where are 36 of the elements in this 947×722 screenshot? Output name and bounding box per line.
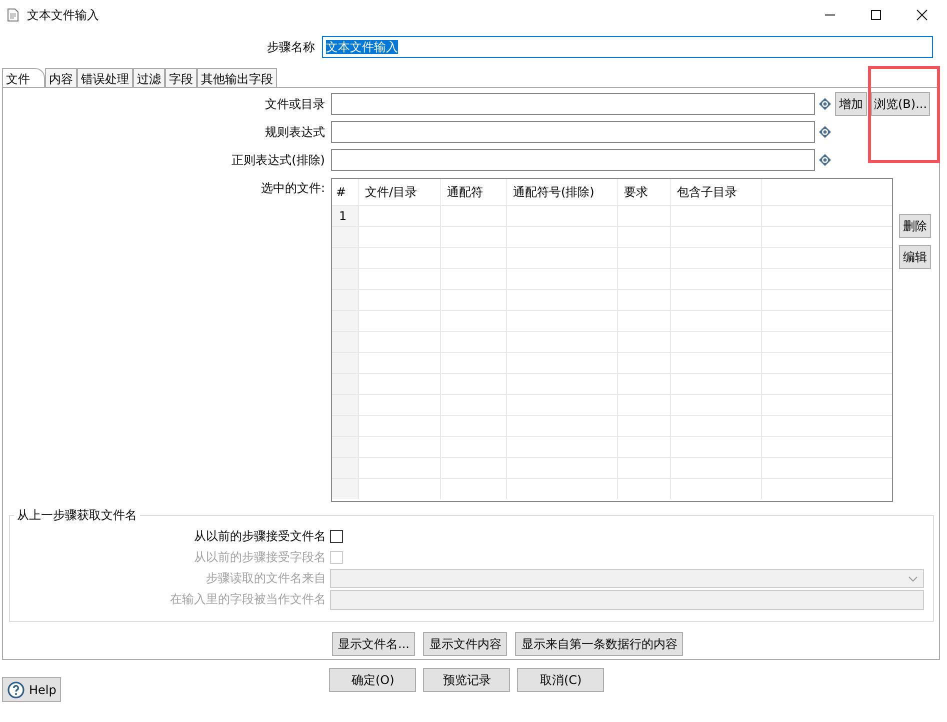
window-title: 文本文件输入 xyxy=(27,6,99,24)
show-button[interactable]: 显示来自第一条数据行的内容 xyxy=(515,632,684,656)
show-button[interactable]: 显示文件名... xyxy=(332,632,416,656)
option-label: 从以前的步骤接受字段名 xyxy=(193,549,327,566)
dialog-button[interactable]: 取消(C) xyxy=(517,668,604,692)
field-label: 选中的文件: xyxy=(260,180,326,197)
field-label: 规则表达式 xyxy=(264,124,326,140)
table-button[interactable]: 删除 xyxy=(899,214,931,238)
tab[interactable]: 过滤 xyxy=(133,68,165,87)
column-header[interactable]: # xyxy=(332,179,359,205)
tab[interactable]: 错误处理 xyxy=(77,68,133,87)
browse-button[interactable]: 浏览(B)... xyxy=(871,92,930,116)
help-button[interactable]: Help xyxy=(2,677,62,702)
field-label: 文件或目录 xyxy=(264,96,326,112)
add-button[interactable]: 增加 xyxy=(835,92,867,116)
tab[interactable]: 文件 xyxy=(2,68,45,87)
table-button[interactable]: 编辑 xyxy=(899,245,931,269)
step-name-label: 步骤名称 xyxy=(266,38,316,56)
option-label: 从以前的步骤接受文件名 xyxy=(193,528,327,545)
column-header[interactable]: 包含子目录 xyxy=(671,179,762,205)
row-header-cell: 1 xyxy=(332,206,359,226)
option-label: 在输入里的字段被当作文件名 xyxy=(169,591,327,608)
show-button[interactable]: 显示文件内容 xyxy=(423,632,508,656)
column-header[interactable]: 通配符 xyxy=(441,179,507,205)
dialog-button[interactable]: 预览记录 xyxy=(423,668,510,692)
tab[interactable]: 字段 xyxy=(165,68,197,87)
group-title: 从上一步骤获取文件名 xyxy=(16,507,138,524)
column-header[interactable]: 通配符号(排除) xyxy=(507,179,618,205)
column-header[interactable]: 要求 xyxy=(618,179,671,205)
column-header[interactable]: 文件/目录 xyxy=(359,179,441,205)
option-label: 步骤读取的文件名来自 xyxy=(205,570,327,587)
step-name-field[interactable]: 文本文件输入 xyxy=(322,36,933,58)
field-label: 正则表达式(排除) xyxy=(230,152,326,168)
tab[interactable]: 内容 xyxy=(45,68,77,87)
tab[interactable]: 其他输出字段 xyxy=(197,68,277,87)
dialog-button[interactable]: 确定(O) xyxy=(329,668,416,692)
